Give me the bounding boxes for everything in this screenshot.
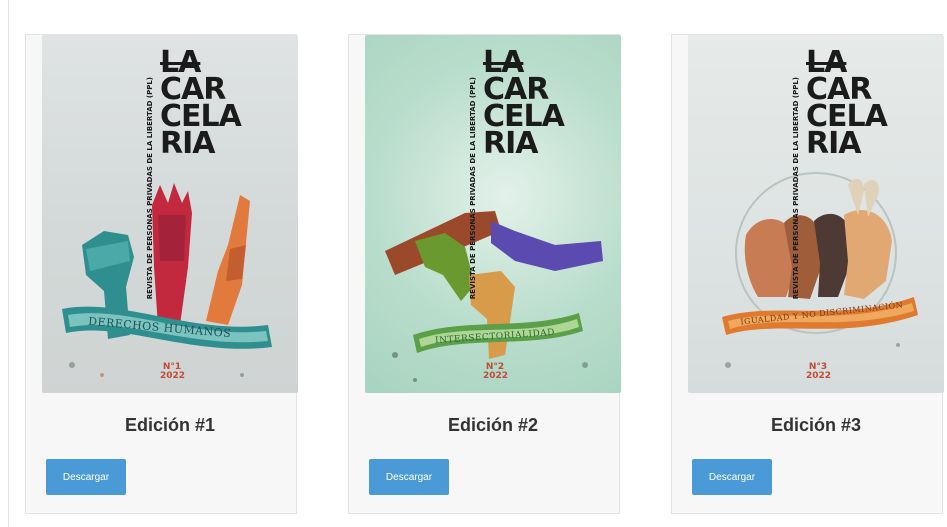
masthead-line: RIA <box>483 126 538 161</box>
download-button[interactable]: Descargar <box>369 459 449 495</box>
cover-image-edition-2[interactable]: REVISTA DE PERSONAS PRIVADAS DE LA LIBER… <box>365 35 621 393</box>
cover-masthead: LA CAR CELA RIA <box>806 48 936 161</box>
page-left-border <box>8 0 9 527</box>
cover-image-edition-3[interactable]: REVISTA DE PERSONAS PRIVADAS DE LA LIBER… <box>688 35 944 393</box>
edition-title: Edición #3 <box>770 415 862 435</box>
cover-issue-year: 2022 <box>483 371 509 381</box>
download-button[interactable]: Descargar <box>46 459 126 495</box>
cover-issue-year: 2022 <box>160 371 186 381</box>
edition-title: Edición #2 <box>447 415 539 435</box>
cover-image-edition-1[interactable]: REVISTA DE PERSONAS PRIVADAS DE LA LIBER… <box>42 35 298 393</box>
edition-card-3: REVISTA DE PERSONAS PRIVADAS DE LA LIBER… <box>671 34 944 514</box>
masthead-line: RIA <box>806 126 861 161</box>
cover-issue-mark: N°1 2022 <box>160 363 186 381</box>
cover-masthead: LA CAR CELA RIA <box>483 48 613 161</box>
download-button[interactable]: Descargar <box>692 459 772 495</box>
edition-card-1: REVISTA DE PERSONAS PRIVADAS DE LA LIBER… <box>25 34 298 514</box>
edition-title: Edición #1 <box>124 415 216 435</box>
edition-card-2: REVISTA DE PERSONAS PRIVADAS DE LA LIBER… <box>348 34 621 514</box>
cover-issue-year: 2022 <box>806 371 832 381</box>
cover-issue-mark: N°2 2022 <box>483 363 509 381</box>
cover-masthead: LA CAR CELA RIA <box>160 48 290 161</box>
masthead-line: RIA <box>160 126 215 161</box>
cover-issue-mark: N°3 2022 <box>806 363 832 381</box>
